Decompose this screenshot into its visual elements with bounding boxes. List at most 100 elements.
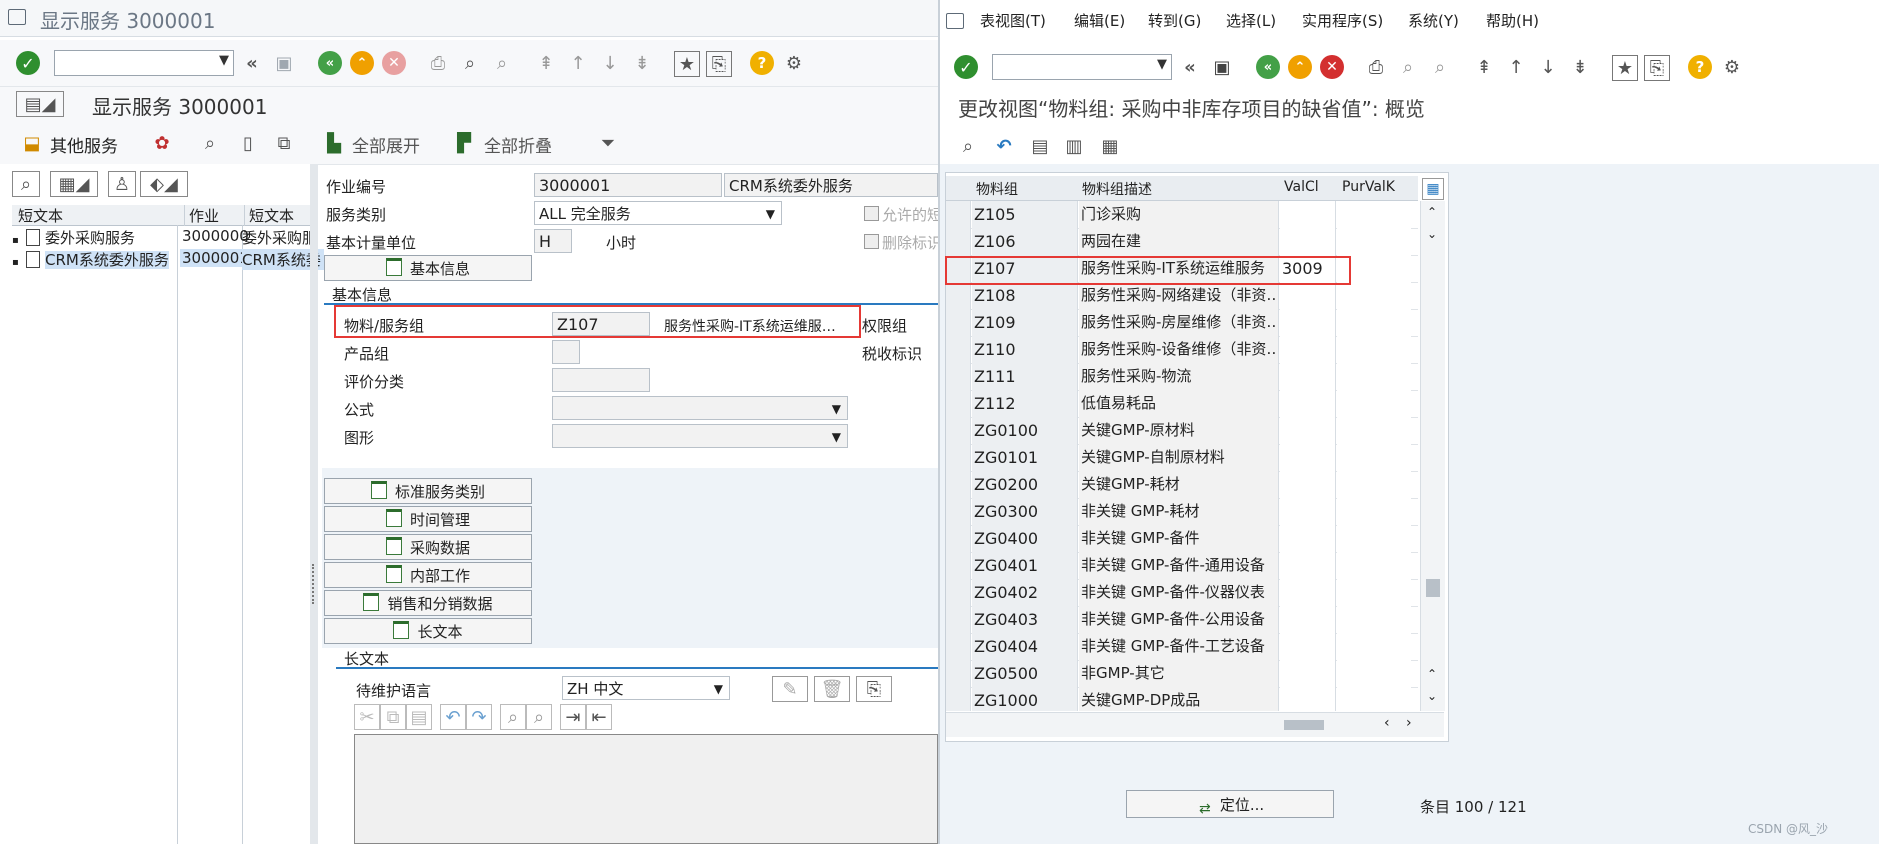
- command-field[interactable]: ▼: [54, 50, 234, 76]
- tree-row[interactable]: ▪ 委外采购服务 3000000 委外采购服: [12, 227, 317, 249]
- internal-work-button[interactable]: 内部工作: [324, 562, 532, 588]
- row-selector[interactable]: [946, 444, 971, 471]
- cell-purvalk[interactable]: [1337, 552, 1411, 579]
- deselect-all-icon[interactable]: ▦: [1098, 134, 1122, 158]
- copy-icon[interactable]: ⧉: [380, 704, 406, 730]
- table-row[interactable]: ZG0101 关键GMP-自制原材料: [946, 444, 1418, 472]
- find-next-icon[interactable]: ⌕: [490, 51, 514, 75]
- expand-all-button[interactable]: 全部展开: [352, 132, 420, 157]
- enter-icon[interactable]: ✓: [16, 51, 40, 75]
- cell-purvalk[interactable]: [1337, 417, 1411, 444]
- activity-no-field[interactable]: 3000001: [534, 173, 722, 197]
- row-selector[interactable]: [946, 660, 971, 687]
- table-row[interactable]: ZG0400 非关键 GMP-备件: [946, 525, 1418, 553]
- menu-table-view[interactable]: 表视图(T): [980, 10, 1046, 31]
- find-next-icon[interactable]: ⌕: [526, 704, 552, 730]
- table-row[interactable]: Z111 服务性采购-物流: [946, 363, 1418, 391]
- services-icon[interactable]: ✿: [150, 131, 174, 155]
- row-selector[interactable]: [946, 201, 971, 228]
- last-page-icon[interactable]: ⇟: [1568, 55, 1592, 79]
- scroll-up-icon[interactable]: ⌃: [1427, 205, 1437, 219]
- formula-select[interactable]: ▼: [552, 396, 848, 420]
- menu-utilities[interactable]: 实用程序(S): [1302, 10, 1383, 31]
- menu-help[interactable]: 帮助(H): [1486, 10, 1539, 31]
- row-selector[interactable]: [946, 363, 971, 390]
- row-selector[interactable]: [946, 552, 971, 579]
- cell-purvalk[interactable]: [1337, 282, 1411, 309]
- cell-purvalk[interactable]: [1337, 363, 1411, 390]
- expand-all-icon[interactable]: ▙: [322, 131, 346, 155]
- print-icon[interactable]: ⎙: [1364, 55, 1388, 79]
- find-icon[interactable]: ⌕: [458, 51, 482, 75]
- position-button[interactable]: ⇄ 定位...: [1126, 790, 1334, 818]
- scroll-thumb[interactable]: [1426, 579, 1440, 597]
- allow-checkbox[interactable]: [864, 206, 879, 221]
- select-block-icon[interactable]: ▥: [1062, 134, 1086, 158]
- cell-valcl[interactable]: [1280, 417, 1336, 444]
- collapse-command-icon[interactable]: «: [1178, 55, 1202, 79]
- next-page-icon[interactable]: ↓: [1536, 55, 1560, 79]
- long-text-button[interactable]: 长文本: [324, 618, 532, 644]
- cancel-icon[interactable]: ✕: [1320, 55, 1344, 79]
- vertical-scrollbar[interactable]: ⌃ ⌄ ⌃ ⌄: [1420, 201, 1445, 711]
- col-header-valcl[interactable]: ValCl: [1284, 179, 1319, 195]
- gear-icon[interactable]: ⚙: [1720, 55, 1744, 79]
- row-selector[interactable]: [946, 390, 971, 417]
- gear-icon[interactable]: ⚙: [782, 51, 806, 75]
- table-row[interactable]: ZG0300 非关键 GMP-耗材: [946, 498, 1418, 526]
- cell-valcl[interactable]: [1280, 606, 1336, 633]
- tree-layout-icon[interactable]: ▦◢: [50, 171, 98, 197]
- cell-valcl[interactable]: [1280, 660, 1336, 687]
- print-icon[interactable]: ⎙: [426, 51, 450, 75]
- cell-valcl[interactable]: [1280, 201, 1336, 228]
- horizontal-scrollbar[interactable]: ‹ ›: [946, 712, 1444, 737]
- activity-desc-field[interactable]: CRM系统委外服务: [724, 173, 938, 197]
- service-type-select[interactable]: ALL 完全服务 ▼: [534, 201, 782, 225]
- enter-icon[interactable]: ✓: [954, 55, 978, 79]
- collapse-all-icon[interactable]: ▛: [452, 131, 476, 155]
- sales-distribution-button[interactable]: 销售和分销数据: [324, 590, 532, 616]
- tree-find-icon[interactable]: ⌕: [12, 171, 40, 197]
- tree-hierarchy-icon[interactable]: ♙: [108, 171, 136, 197]
- cell-purvalk[interactable]: [1337, 201, 1411, 228]
- table-row[interactable]: Z105 门诊采购: [946, 201, 1418, 229]
- display-icon[interactable]: ⌕: [198, 131, 222, 155]
- exit-icon[interactable]: ⌃: [1288, 55, 1312, 79]
- row-selector[interactable]: [946, 228, 971, 255]
- last-page-icon[interactable]: ⇟: [630, 51, 654, 75]
- select-all-icon[interactable]: ▤: [1028, 134, 1052, 158]
- tree-settings-icon[interactable]: ⬖◢: [140, 171, 188, 197]
- row-selector[interactable]: [946, 579, 971, 606]
- row-selector[interactable]: [946, 525, 971, 552]
- basic-data-button[interactable]: 基本信息: [324, 255, 532, 281]
- cell-purvalk[interactable]: [1337, 660, 1411, 687]
- cell-valcl[interactable]: [1280, 390, 1336, 417]
- scroll-up-icon[interactable]: ⌃: [1427, 667, 1437, 681]
- next-page-icon[interactable]: ↓: [598, 51, 622, 75]
- row-selector[interactable]: [946, 417, 971, 444]
- menu-icon[interactable]: [946, 13, 964, 29]
- find-icon[interactable]: ⌕: [1396, 55, 1420, 79]
- language-select[interactable]: ZH 中文 ▼: [562, 676, 730, 700]
- scroll-right-icon[interactable]: ›: [1406, 715, 1412, 731]
- tree-row-selected[interactable]: ▪ CRM系统委外服务 3000001 CRM系统委: [12, 249, 324, 271]
- import-icon[interactable]: ⇥: [560, 704, 586, 730]
- export-icon[interactable]: ⇤: [586, 704, 612, 730]
- find-icon[interactable]: ⌕: [500, 704, 526, 730]
- delete-checkbox[interactable]: [864, 234, 879, 249]
- table-row[interactable]: ZG0403 非关键 GMP-备件-公用设备: [946, 606, 1418, 634]
- find-next-icon[interactable]: ⌕: [1428, 55, 1452, 79]
- purchasing-data-button[interactable]: 采购数据: [324, 534, 532, 560]
- cell-valcl[interactable]: [1280, 282, 1336, 309]
- cell-purvalk[interactable]: [1337, 309, 1411, 336]
- collapse-command-icon[interactable]: «: [240, 51, 264, 75]
- cell-valcl[interactable]: [1280, 552, 1336, 579]
- scroll-down-icon[interactable]: ⌄: [1427, 227, 1437, 241]
- previous-page-icon[interactable]: ↑: [1504, 55, 1528, 79]
- cell-valcl[interactable]: [1280, 579, 1336, 606]
- row-selector[interactable]: [946, 282, 971, 309]
- create-session-icon[interactable]: ★: [1612, 55, 1638, 81]
- table-row[interactable]: ZG0100 关键GMP-原材料: [946, 417, 1418, 445]
- help-icon[interactable]: ?: [750, 51, 774, 75]
- col-header-matgroup[interactable]: 物料组: [976, 179, 1018, 199]
